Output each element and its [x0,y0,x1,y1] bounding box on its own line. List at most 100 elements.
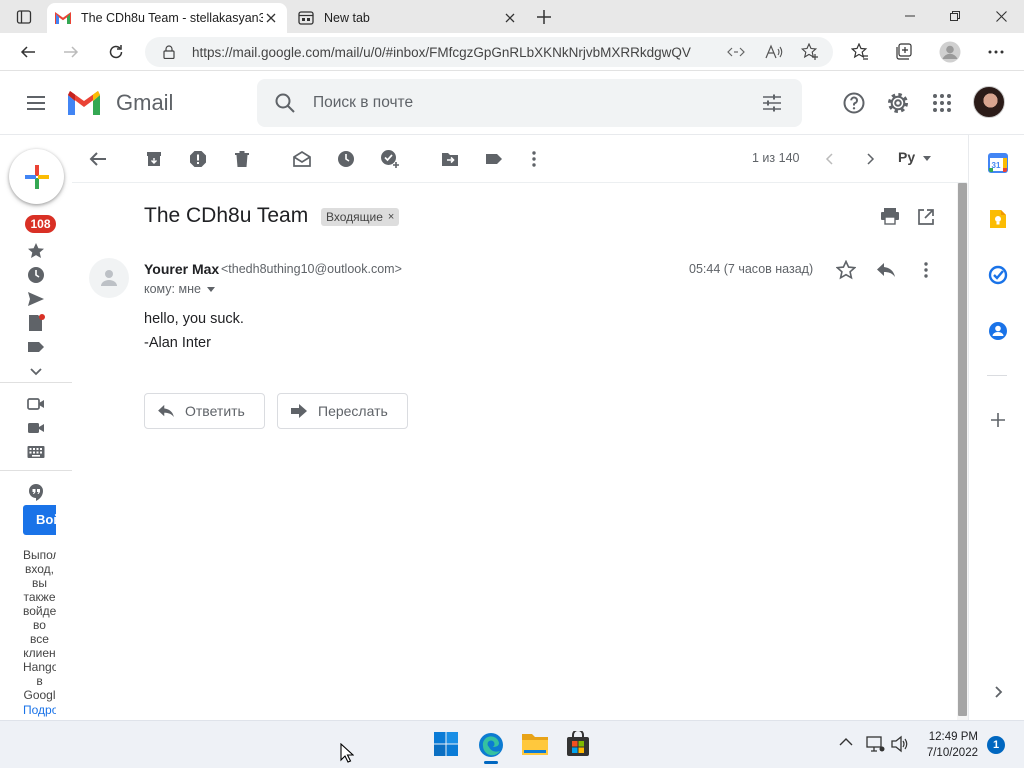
sender-email: <thedh8uthing10@outlook.com> [221,262,402,276]
keep-icon[interactable] [988,209,1008,229]
remove-label-icon[interactable]: × [388,208,394,226]
starred-icon[interactable] [27,242,45,260]
archive-icon[interactable] [144,149,164,169]
scrollbar-thumb[interactable] [958,183,967,716]
add-to-tasks-icon[interactable] [380,149,400,169]
message-body-line: hello, you suck. [144,311,244,327]
close-tab-icon[interactable] [502,10,518,26]
microsoft-store-icon[interactable] [565,731,593,759]
hangouts-sign-in-text: Выпол вход, вы также войде во все клиен … [23,548,56,702]
back-button[interactable] [14,38,42,66]
main-menu-icon[interactable] [24,91,48,115]
taskbar-clock[interactable]: 12:49 PM 7/10/2022 [920,729,978,761]
recipient-line[interactable]: кому: мне [144,282,215,296]
meet-new-meeting-icon[interactable] [27,395,45,413]
star-icon[interactable] [835,259,857,281]
address-bar[interactable]: https://mail.google.com/mail/u/0/#inbox/… [145,37,833,67]
snooze-icon[interactable] [336,149,356,169]
restore-window-button[interactable] [932,0,978,32]
text-line: в [36,674,43,688]
taskbar: 12:49 PM 7/10/2022 1 [0,720,1024,768]
more-message-actions-icon[interactable] [915,259,937,281]
older-icon[interactable] [860,149,880,169]
add-favorite-icon[interactable] [801,43,819,61]
newer-icon[interactable] [820,149,840,169]
tab-gmail[interactable]: The CDh8u Team - stellakasyan3 [47,3,287,33]
search-icon[interactable] [274,92,296,114]
hangouts-sign-in-button[interactable]: Войти [23,505,56,535]
tab-new-tab[interactable]: New tab [290,3,526,33]
close-window-button[interactable] [978,0,1024,32]
meet-join-icon[interactable] [27,419,45,437]
input-tools-label: Ру [898,149,916,165]
search-box[interactable] [257,79,802,127]
new-tab-button[interactable] [532,6,556,28]
message-subject: The CDh8u Team [144,204,309,227]
more-actions-icon[interactable] [524,149,544,169]
hangouts-icon[interactable] [27,483,45,501]
close-tab-icon[interactable] [263,10,279,26]
favorites-icon[interactable] [846,38,874,66]
compose-plus-icon [24,164,49,189]
get-addons-icon[interactable] [988,410,1008,430]
sent-icon[interactable] [27,290,45,308]
chevron-down-icon[interactable] [27,362,45,380]
keyboard-icon[interactable] [27,443,45,461]
show-hidden-icons-icon[interactable] [839,737,853,747]
clock-time: 12:49 PM [928,731,978,743]
calendar-icon[interactable]: 31 [988,153,1008,173]
contacts-icon[interactable] [988,321,1008,341]
show-details-icon[interactable] [206,286,215,292]
site-permissions-icon[interactable] [727,45,745,59]
gmail-header: Gmail [0,71,1024,135]
collections-icon[interactable] [890,38,918,66]
profile-icon[interactable] [936,38,964,66]
input-tools-select[interactable]: Ру [898,149,932,165]
gmail-logo-icon[interactable] [66,89,102,117]
gmail-icon [55,11,71,25]
print-icon[interactable] [880,207,900,225]
minimize-window-button[interactable] [887,0,933,32]
more-menu-icon[interactable] [982,38,1010,66]
mouse-cursor-icon [340,743,354,763]
tab-actions-icon[interactable] [12,6,36,28]
search-options-icon[interactable] [762,93,782,113]
file-explorer-icon[interactable] [521,731,549,759]
snoozed-icon[interactable] [27,266,45,284]
sender-avatar[interactable] [89,258,129,298]
reply-button[interactable]: Ответить [144,393,265,429]
help-icon[interactable] [842,91,866,115]
volume-icon[interactable] [891,735,909,753]
sender-name[interactable]: Yourer Max [144,261,219,277]
tasks-icon[interactable] [988,265,1008,285]
expand-side-panel-icon[interactable] [988,682,1008,702]
search-input[interactable] [313,92,733,114]
network-icon[interactable] [865,735,885,753]
lock-icon[interactable] [163,45,175,59]
label-icon[interactable] [27,338,45,356]
apps-grid-icon[interactable] [930,91,954,115]
move-to-icon[interactable] [440,149,460,169]
refresh-button[interactable] [102,38,130,66]
forward-button[interactable]: Переслать [277,393,408,429]
learn-more-link[interactable]: Подро [23,703,56,717]
open-in-new-window-icon[interactable] [917,208,935,226]
report-spam-icon[interactable] [188,149,208,169]
settings-icon[interactable] [886,91,910,115]
start-icon[interactable] [433,731,461,759]
mark-unread-icon[interactable] [292,149,312,169]
drafts-icon[interactable] [27,314,45,332]
forward-button[interactable] [57,38,85,66]
inbox-label-chip: Входящие × [321,208,400,226]
forward-button-label: Переслать [318,403,388,419]
delete-icon[interactable] [232,149,252,169]
compose-button[interactable] [9,149,64,204]
labels-icon[interactable] [484,149,504,169]
account-avatar[interactable] [973,86,1005,118]
notification-badge[interactable]: 1 [987,736,1005,754]
reply-icon[interactable] [875,259,897,281]
read-aloud-icon[interactable] [765,44,783,60]
inbox-unread-badge[interactable]: 108 [25,215,56,233]
back-to-inbox-icon[interactable] [88,149,108,169]
edge-browser-icon[interactable] [477,731,505,764]
